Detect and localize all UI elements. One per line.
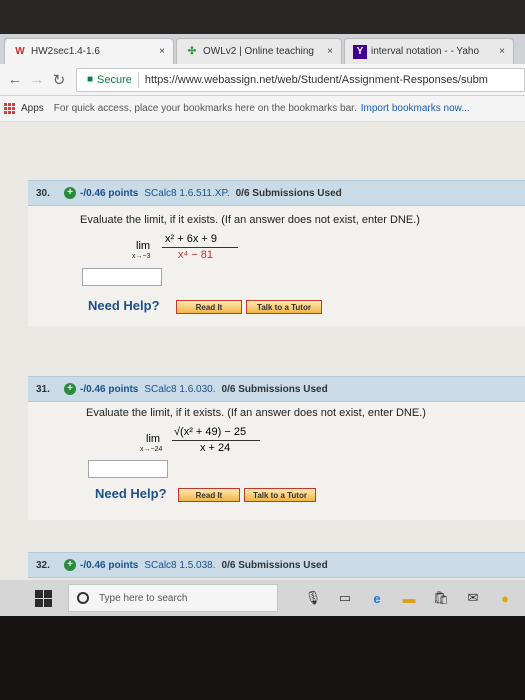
tab-title: interval notation - - Yaho bbox=[371, 46, 480, 57]
secure-label: Secure bbox=[97, 73, 132, 86]
tab-webassign[interactable]: W HW2sec1.4-1.6 × bbox=[4, 38, 174, 64]
denominator: x + 24 bbox=[200, 442, 231, 454]
bookmarks-message: For quick access, place your bookmarks h… bbox=[53, 103, 357, 114]
webassign-icon: W bbox=[15, 46, 25, 57]
expand-icon[interactable]: + bbox=[64, 187, 76, 199]
apps-link[interactable]: Apps bbox=[21, 103, 44, 114]
talk-to-tutor-button[interactable]: Talk to a Tutor bbox=[246, 300, 322, 314]
tab-yahoo[interactable]: Y interval notation - - Yaho × bbox=[344, 38, 514, 64]
task-view-icon[interactable]: ▭ bbox=[334, 587, 356, 609]
taskbar-search[interactable]: Type here to search bbox=[68, 584, 278, 612]
numerator: √(x² + 49) − 25 bbox=[174, 426, 247, 438]
numerator: x² + 6x + 9 bbox=[165, 233, 217, 245]
question-number: 32. bbox=[36, 559, 50, 571]
points-label: -/0.46 points bbox=[80, 559, 139, 571]
microphone-icon[interactable]: 🎙 bbox=[302, 587, 324, 609]
edge-icon[interactable]: e bbox=[366, 587, 388, 609]
points-label: -/0.46 points bbox=[80, 187, 139, 199]
submissions-count: 0/6 Submissions Used bbox=[221, 559, 328, 571]
windows-taskbar: Type here to search 🎙 ▭ e ▬ 🛍 ✉ ● bbox=[0, 580, 525, 616]
lim-symbol: lim bbox=[146, 433, 161, 445]
file-explorer-icon[interactable]: ▬ bbox=[398, 587, 420, 609]
denominator: x⁴ − 81 bbox=[178, 249, 213, 261]
mail-icon[interactable]: ✉ bbox=[462, 587, 484, 609]
search-placeholder: Type here to search bbox=[99, 592, 188, 604]
expand-icon[interactable]: + bbox=[64, 383, 76, 395]
question-prompt: Evaluate the limit, if it exists. (If an… bbox=[80, 214, 420, 226]
question-number: 30. bbox=[36, 187, 50, 199]
monitor-bezel bbox=[0, 616, 525, 700]
read-it-button[interactable]: Read It bbox=[176, 300, 242, 314]
back-icon[interactable]: ← bbox=[4, 69, 26, 91]
divider bbox=[137, 71, 139, 88]
course-code: SCalc8 1.6.030. bbox=[144, 383, 216, 395]
url-text: https://www.webassign.net/web/Student/As… bbox=[144, 73, 488, 86]
lock-icon: ■ bbox=[86, 74, 94, 85]
read-it-button[interactable]: Read It bbox=[178, 488, 240, 502]
windows-start-icon[interactable] bbox=[32, 587, 54, 609]
lim-subscript: x→−24 bbox=[140, 446, 163, 453]
answer-input[interactable] bbox=[82, 268, 162, 286]
expand-icon[interactable]: + bbox=[64, 559, 76, 571]
tab-title: OWLv2 | Online teaching bbox=[203, 46, 314, 57]
submissions-count: 0/6 Submissions Used bbox=[221, 383, 328, 395]
course-code: SCalc8 1.6.511.XP. bbox=[144, 187, 230, 199]
answer-input[interactable] bbox=[88, 460, 168, 478]
need-help-label: Need Help? bbox=[88, 298, 160, 313]
chrome-icon[interactable]: ● bbox=[494, 587, 516, 609]
question-header: 31. + -/0.46 points SCalc8 1.6.030. 0/6 … bbox=[28, 376, 525, 402]
reload-icon[interactable]: ↻ bbox=[48, 69, 70, 91]
assignment-page: 30. + -/0.46 points SCalc8 1.6.511.XP. 0… bbox=[0, 122, 525, 580]
store-icon[interactable]: 🛍 bbox=[430, 587, 452, 609]
question-prompt: Evaluate the limit, if it exists. (If an… bbox=[86, 407, 426, 419]
course-code: SCalc8 1.5.038. bbox=[144, 559, 216, 571]
address-bar[interactable]: ■ Secure https://www.webassign.net/web/S… bbox=[76, 67, 525, 92]
fraction-bar bbox=[162, 247, 238, 248]
need-help-label: Need Help? bbox=[95, 486, 167, 501]
close-icon[interactable]: × bbox=[321, 46, 333, 57]
points-label: -/0.46 points bbox=[80, 383, 139, 395]
bookmarks-bar: Apps For quick access, place your bookma… bbox=[0, 96, 525, 122]
tab-title: HW2sec1.4-1.6 bbox=[31, 46, 100, 57]
tab-strip: W HW2sec1.4-1.6 × ✣ OWLv2 | Online teach… bbox=[0, 34, 525, 64]
question-header: 32. + -/0.46 points SCalc8 1.5.038. 0/6 … bbox=[28, 552, 525, 578]
question-number: 31. bbox=[36, 383, 50, 395]
tab-owlv2[interactable]: ✣ OWLv2 | Online teaching × bbox=[176, 38, 342, 64]
cortana-icon bbox=[77, 592, 89, 604]
import-bookmarks-link[interactable]: Import bookmarks now... bbox=[361, 103, 470, 114]
browser-toolbar: ← → ↻ ■ Secure https://www.webassign.net… bbox=[0, 64, 525, 96]
question-header: 30. + -/0.46 points SCalc8 1.6.511.XP. 0… bbox=[28, 180, 525, 206]
close-icon[interactable]: × bbox=[493, 46, 505, 57]
yahoo-icon: Y bbox=[353, 44, 367, 59]
apps-icon bbox=[4, 103, 15, 114]
forward-icon[interactable]: → bbox=[26, 69, 48, 91]
submissions-count: 0/6 Submissions Used bbox=[235, 187, 342, 199]
lim-symbol: lim bbox=[136, 240, 151, 252]
owl-icon: ✣ bbox=[187, 46, 197, 57]
talk-to-tutor-button[interactable]: Talk to a Tutor bbox=[244, 488, 316, 502]
fraction-bar bbox=[172, 440, 260, 441]
close-icon[interactable]: × bbox=[153, 46, 165, 57]
lim-subscript: x→−3 bbox=[132, 253, 151, 260]
